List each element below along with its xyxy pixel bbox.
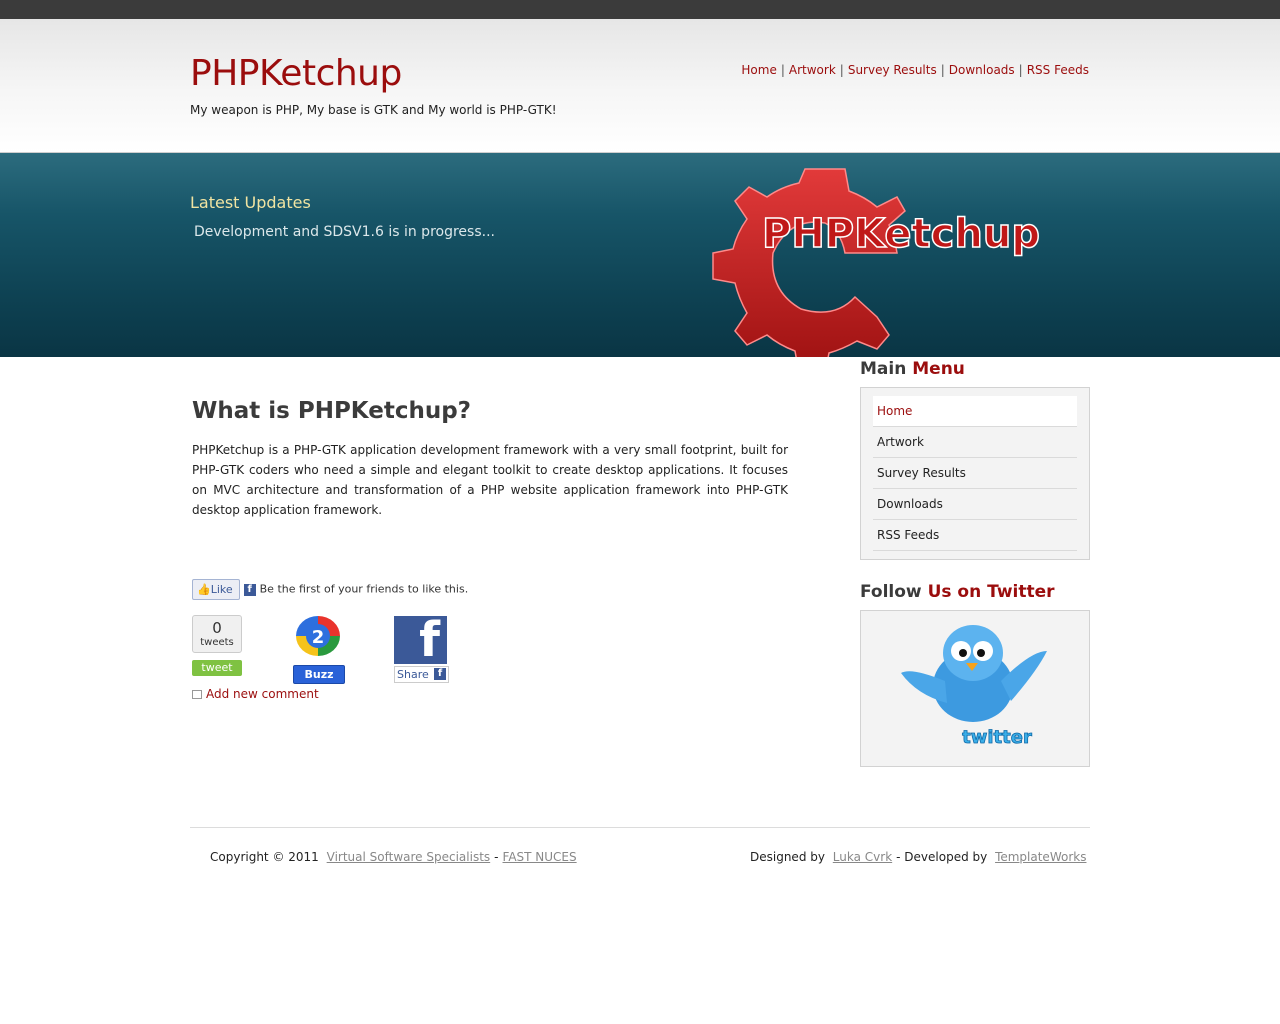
- footer-divider: [190, 827, 1090, 828]
- add-comment-link[interactable]: Add new comment: [206, 687, 319, 701]
- twitter-title-a: Follow: [860, 582, 922, 602]
- main-menu: Home Artwork Survey Results Downloads RS…: [860, 387, 1090, 560]
- menu-item-home[interactable]: Home: [873, 396, 1077, 427]
- site-header: PHPKetchup My weapon is PHP, My base is …: [0, 19, 1280, 153]
- menu-item-survey-results[interactable]: Survey Results: [873, 458, 1077, 489]
- tweet-count: 0: [212, 619, 222, 637]
- fast-nuces-link[interactable]: FAST NUCES: [503, 850, 577, 864]
- phpketchup-gear-logo: PHPKetchup: [712, 168, 1041, 357]
- nav-separator: |: [839, 63, 844, 77]
- main-menu-title-a: Main: [860, 359, 907, 379]
- facebook-small-icon: f: [434, 668, 446, 680]
- twitter-bird-icon: twitter: [901, 625, 1047, 748]
- menu-item-artwork[interactable]: Artwork: [873, 427, 1077, 458]
- nav-survey-results[interactable]: Survey Results: [848, 63, 937, 77]
- twitter-title: Follow Us on Twitter: [860, 582, 1055, 602]
- facebook-icon: f: [243, 583, 256, 596]
- menu-item-downloads[interactable]: Downloads: [873, 489, 1077, 520]
- virtual-software-specialists-link[interactable]: Virtual Software Specialists: [327, 850, 491, 864]
- like-text: Be the first of your friends to like thi…: [259, 582, 469, 596]
- like-label: Like: [210, 583, 233, 596]
- nav-home[interactable]: Home: [741, 63, 776, 77]
- footer-dash: -: [494, 850, 499, 864]
- tweet-count-label: tweets: [200, 637, 234, 648]
- site-title[interactable]: PHPKetchup: [190, 53, 402, 94]
- like-button[interactable]: 👍Like: [192, 579, 240, 600]
- nav-separator: |: [780, 63, 785, 77]
- developer-link[interactable]: TemplateWorks: [995, 850, 1086, 864]
- top-navigation: Home | Artwork | Survey Results | Downloads | RS…: [741, 63, 1089, 77]
- facebook-share-button[interactable]: Share f: [394, 666, 449, 683]
- main-menu-title: Main Menu: [860, 359, 965, 379]
- main-menu-title-b: Menu: [912, 359, 965, 379]
- designed-by-text: Designed by: [750, 850, 825, 864]
- nav-separator: |: [1018, 63, 1023, 77]
- latest-updates-text: Development and SDSV1.6 is in progress..…: [194, 224, 495, 240]
- google-buzz-icon: 2: [296, 616, 340, 656]
- latest-updates-title: Latest Updates: [190, 193, 311, 212]
- facebook-share-widget: f Share f: [394, 612, 449, 683]
- twitter-title-b: Us on Twitter: [927, 582, 1055, 602]
- tweet-counter: 0 tweets: [192, 615, 242, 653]
- google-buzz-widget: 2 Buzz: [293, 614, 345, 684]
- buzz-button[interactable]: Buzz: [293, 665, 345, 684]
- twitter-wordmark: twitter: [962, 727, 1032, 748]
- menu-item-rss-feeds[interactable]: RSS Feeds: [873, 520, 1077, 551]
- comment-icon: [192, 690, 202, 699]
- designer-link[interactable]: Luka Cvrk: [833, 850, 892, 864]
- buzz-count: 2: [312, 627, 325, 648]
- twitter-follow-box[interactable]: twitter: [860, 610, 1090, 767]
- share-label: Share: [397, 668, 429, 681]
- top-bar: [0, 0, 1280, 19]
- site-tagline: My weapon is PHP, My base is GTK and My …: [190, 103, 557, 117]
- add-comment: Add new comment: [192, 687, 319, 701]
- copyright-text: Copyright © 2011: [210, 850, 319, 864]
- nav-downloads[interactable]: Downloads: [949, 63, 1015, 77]
- footer-credits: Designed by Luka Cvrk - Developed by Temp…: [750, 850, 1090, 864]
- nav-rss-feeds[interactable]: RSS Feeds: [1027, 63, 1089, 77]
- thumbs-up-icon: 👍: [197, 583, 211, 596]
- logo-wordmark: PHPKetchup: [762, 211, 1040, 257]
- facebook-logo-icon[interactable]: f: [394, 612, 447, 668]
- hero-banner: Latest Updates Development and SDSV1.6 i…: [0, 153, 1280, 357]
- footer-copyright: Copyright © 2011 Virtual Software Specia…: [210, 850, 581, 864]
- nav-artwork[interactable]: Artwork: [789, 63, 836, 77]
- nav-separator: |: [940, 63, 945, 77]
- intro-paragraph: PHPKetchup is a PHP-GTK application deve…: [192, 443, 788, 517]
- facebook-like-widget: 👍Like f Be the first of your friends to li…: [192, 579, 468, 600]
- tweet-widget: 0 tweets tweet: [192, 615, 242, 676]
- main-content: What is PHPKetchup? PHPKetchup is a PHP-…: [192, 398, 788, 520]
- page-heading: What is PHPKetchup?: [192, 398, 472, 424]
- tweet-button[interactable]: tweet: [192, 660, 242, 676]
- developed-by-text: - Developed by: [896, 850, 988, 864]
